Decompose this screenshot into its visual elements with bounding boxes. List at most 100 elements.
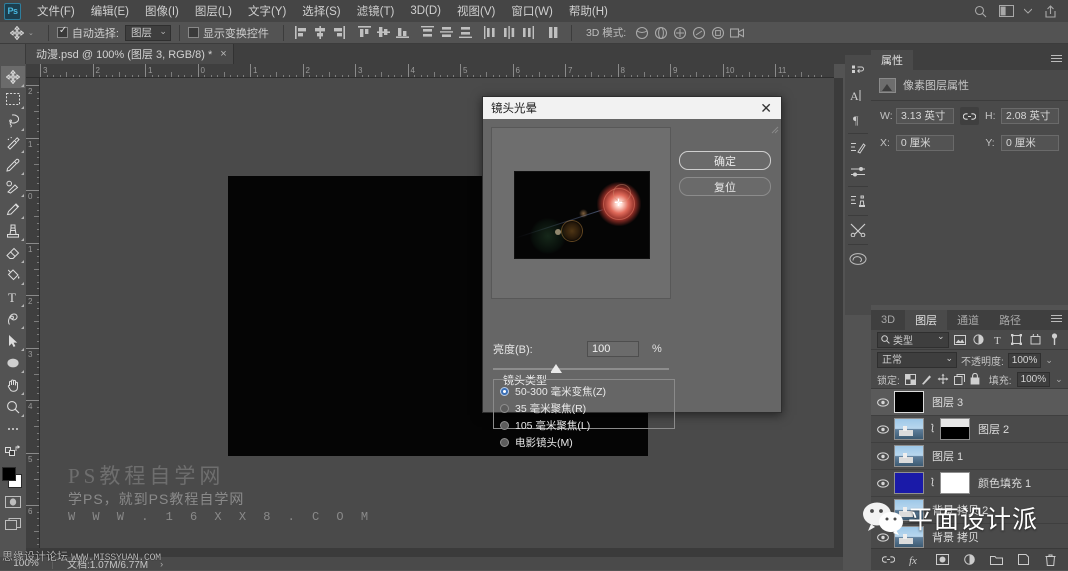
close-icon[interactable]: ✕: [757, 101, 775, 115]
tool-preset-caret-icon[interactable]: ⌄: [28, 29, 34, 37]
filter-toggle-icon[interactable]: [1047, 332, 1062, 347]
lock-position-icon[interactable]: [937, 372, 949, 387]
color-swatches[interactable]: [1, 465, 25, 491]
menu-item-7[interactable]: 3D(D): [402, 2, 449, 20]
opacity-value[interactable]: 100%: [1007, 352, 1042, 368]
align-top-edges-icon[interactable]: [356, 24, 373, 41]
panel-menu-icon[interactable]: [1051, 315, 1062, 324]
align-bottom-edges-icon[interactable]: [394, 24, 411, 41]
chevron-down-icon[interactable]: [1024, 3, 1032, 19]
type-tool[interactable]: T: [1, 286, 25, 308]
reset-button[interactable]: 复位: [679, 177, 771, 196]
link-icon[interactable]: [960, 107, 979, 125]
dialog-resize-handle[interactable]: [771, 125, 779, 134]
align-options-icon[interactable]: [545, 24, 562, 41]
brush-tool[interactable]: [1, 198, 25, 220]
auto-select-checkbox[interactable]: [56, 25, 68, 38]
filter-shape-icon[interactable]: [1009, 332, 1024, 347]
layer-mask-thumbnail[interactable]: [940, 418, 970, 440]
distribute-top-icon[interactable]: [419, 24, 436, 41]
delete-layer-icon[interactable]: [1044, 553, 1058, 567]
lock-image-icon[interactable]: [921, 372, 932, 387]
document-tab[interactable]: 动漫.psd @ 100% (图层 3, RGB/8) * ×: [26, 44, 234, 64]
filter-adjustment-icon[interactable]: [971, 332, 986, 347]
layer-row[interactable]: 图层 1: [871, 443, 1068, 470]
pen-tool[interactable]: [1, 308, 25, 330]
menu-item-10[interactable]: 帮助(H): [561, 0, 616, 22]
tab-0[interactable]: 3D: [871, 310, 905, 330]
search-icon[interactable]: [972, 3, 988, 19]
layer-mask-icon[interactable]: [936, 553, 950, 567]
tab-1[interactable]: 图层: [905, 310, 948, 330]
link-icon[interactable]: [928, 477, 936, 489]
quick-mask-icon[interactable]: [1, 491, 25, 513]
distribute-bottom-icon[interactable]: [457, 24, 474, 41]
filter-smart-icon[interactable]: [1028, 332, 1043, 347]
menu-item-1[interactable]: 编辑(E): [83, 0, 137, 22]
new-layer-icon[interactable]: [1017, 553, 1031, 567]
show-transform-checkbox[interactable]: [187, 27, 199, 38]
menu-item-4[interactable]: 文字(Y): [240, 0, 294, 22]
zoom-tool[interactable]: [1, 396, 25, 418]
layer-thumbnail[interactable]: [894, 391, 924, 413]
eye-icon[interactable]: [875, 397, 890, 407]
layer-thumbnail[interactable]: [894, 445, 924, 467]
panel-menu-icon[interactable]: [1051, 55, 1062, 64]
foreground-color-swatch[interactable]: [2, 467, 16, 481]
align-vertical-centers-icon[interactable]: [375, 24, 392, 41]
clone-source-icon[interactable]: [847, 189, 869, 213]
slider-thumb[interactable]: [550, 364, 562, 373]
swap-colors-icon[interactable]: [1, 440, 25, 462]
filter-type-icon[interactable]: T: [990, 332, 1005, 347]
close-icon[interactable]: ×: [220, 48, 226, 60]
paint-bucket-tool[interactable]: [1, 264, 25, 286]
edit-toolbar-tool[interactable]: [1, 418, 25, 440]
radio-button[interactable]: [500, 438, 509, 447]
preview-image[interactable]: ✛: [514, 171, 650, 259]
adjustments-icon[interactable]: [847, 160, 869, 184]
tab-properties[interactable]: 属性: [871, 50, 913, 70]
eraser-tool[interactable]: [1, 242, 25, 264]
slide-3d-icon[interactable]: [690, 24, 707, 41]
adjustment-layer-icon[interactable]: [963, 553, 977, 567]
align-left-edges-icon[interactable]: [293, 24, 310, 41]
menu-item-8[interactable]: 视图(V): [449, 0, 503, 22]
paragraph-icon[interactable]: ¶: [847, 107, 869, 131]
share-icon[interactable]: [1042, 3, 1058, 19]
align-right-edges-icon[interactable]: [331, 24, 348, 41]
eye-icon[interactable]: [875, 424, 890, 434]
distribute-vertical-center-icon[interactable]: [438, 24, 455, 41]
healing-brush-tool[interactable]: [1, 176, 25, 198]
distribute-left-icon[interactable]: [482, 24, 499, 41]
brush-settings-icon[interactable]: [847, 136, 869, 160]
move-tool[interactable]: [1, 66, 25, 88]
height-input[interactable]: 2.08 英寸: [1001, 108, 1059, 124]
creative-cloud-icon[interactable]: [847, 247, 869, 271]
menu-item-6[interactable]: 滤镜(T): [349, 0, 403, 22]
opacity-caret-icon[interactable]: ⌄: [1045, 355, 1053, 366]
x-input[interactable]: 0 厘米: [895, 135, 954, 151]
fill-caret-icon[interactable]: ⌄: [1055, 374, 1063, 385]
quick-selection-tool[interactable]: [1, 132, 25, 154]
new-group-icon[interactable]: [990, 553, 1004, 567]
flare-crosshair-icon[interactable]: ✛: [614, 199, 623, 209]
menu-item-0[interactable]: 文件(F): [29, 0, 83, 22]
lens-type-option-2[interactable]: 105 毫米聚焦(L): [494, 417, 674, 434]
lens-flare-preview[interactable]: ✛: [491, 127, 671, 299]
lens-type-option-3[interactable]: 电影镜头(M): [494, 434, 674, 451]
layer-mask-thumbnail[interactable]: [940, 472, 970, 494]
radio-button[interactable]: [500, 387, 509, 396]
menu-item-2[interactable]: 图像(I): [137, 0, 187, 22]
tab-2[interactable]: 通道: [947, 310, 989, 330]
filter-pixel-icon[interactable]: [953, 332, 968, 347]
character-icon[interactable]: A: [847, 83, 869, 107]
layer-thumbnail[interactable]: [894, 418, 924, 440]
camera-3d-icon[interactable]: [728, 24, 745, 41]
layer-row[interactable]: 图层 3: [871, 389, 1068, 416]
blend-mode-dropdown[interactable]: 正常: [877, 351, 957, 368]
roll-3d-icon[interactable]: [652, 24, 669, 41]
scale-3d-icon[interactable]: [709, 24, 726, 41]
eyedropper-tool[interactable]: [1, 154, 25, 176]
drag-3d-icon[interactable]: [671, 24, 688, 41]
lock-artboard-icon[interactable]: [953, 372, 965, 387]
